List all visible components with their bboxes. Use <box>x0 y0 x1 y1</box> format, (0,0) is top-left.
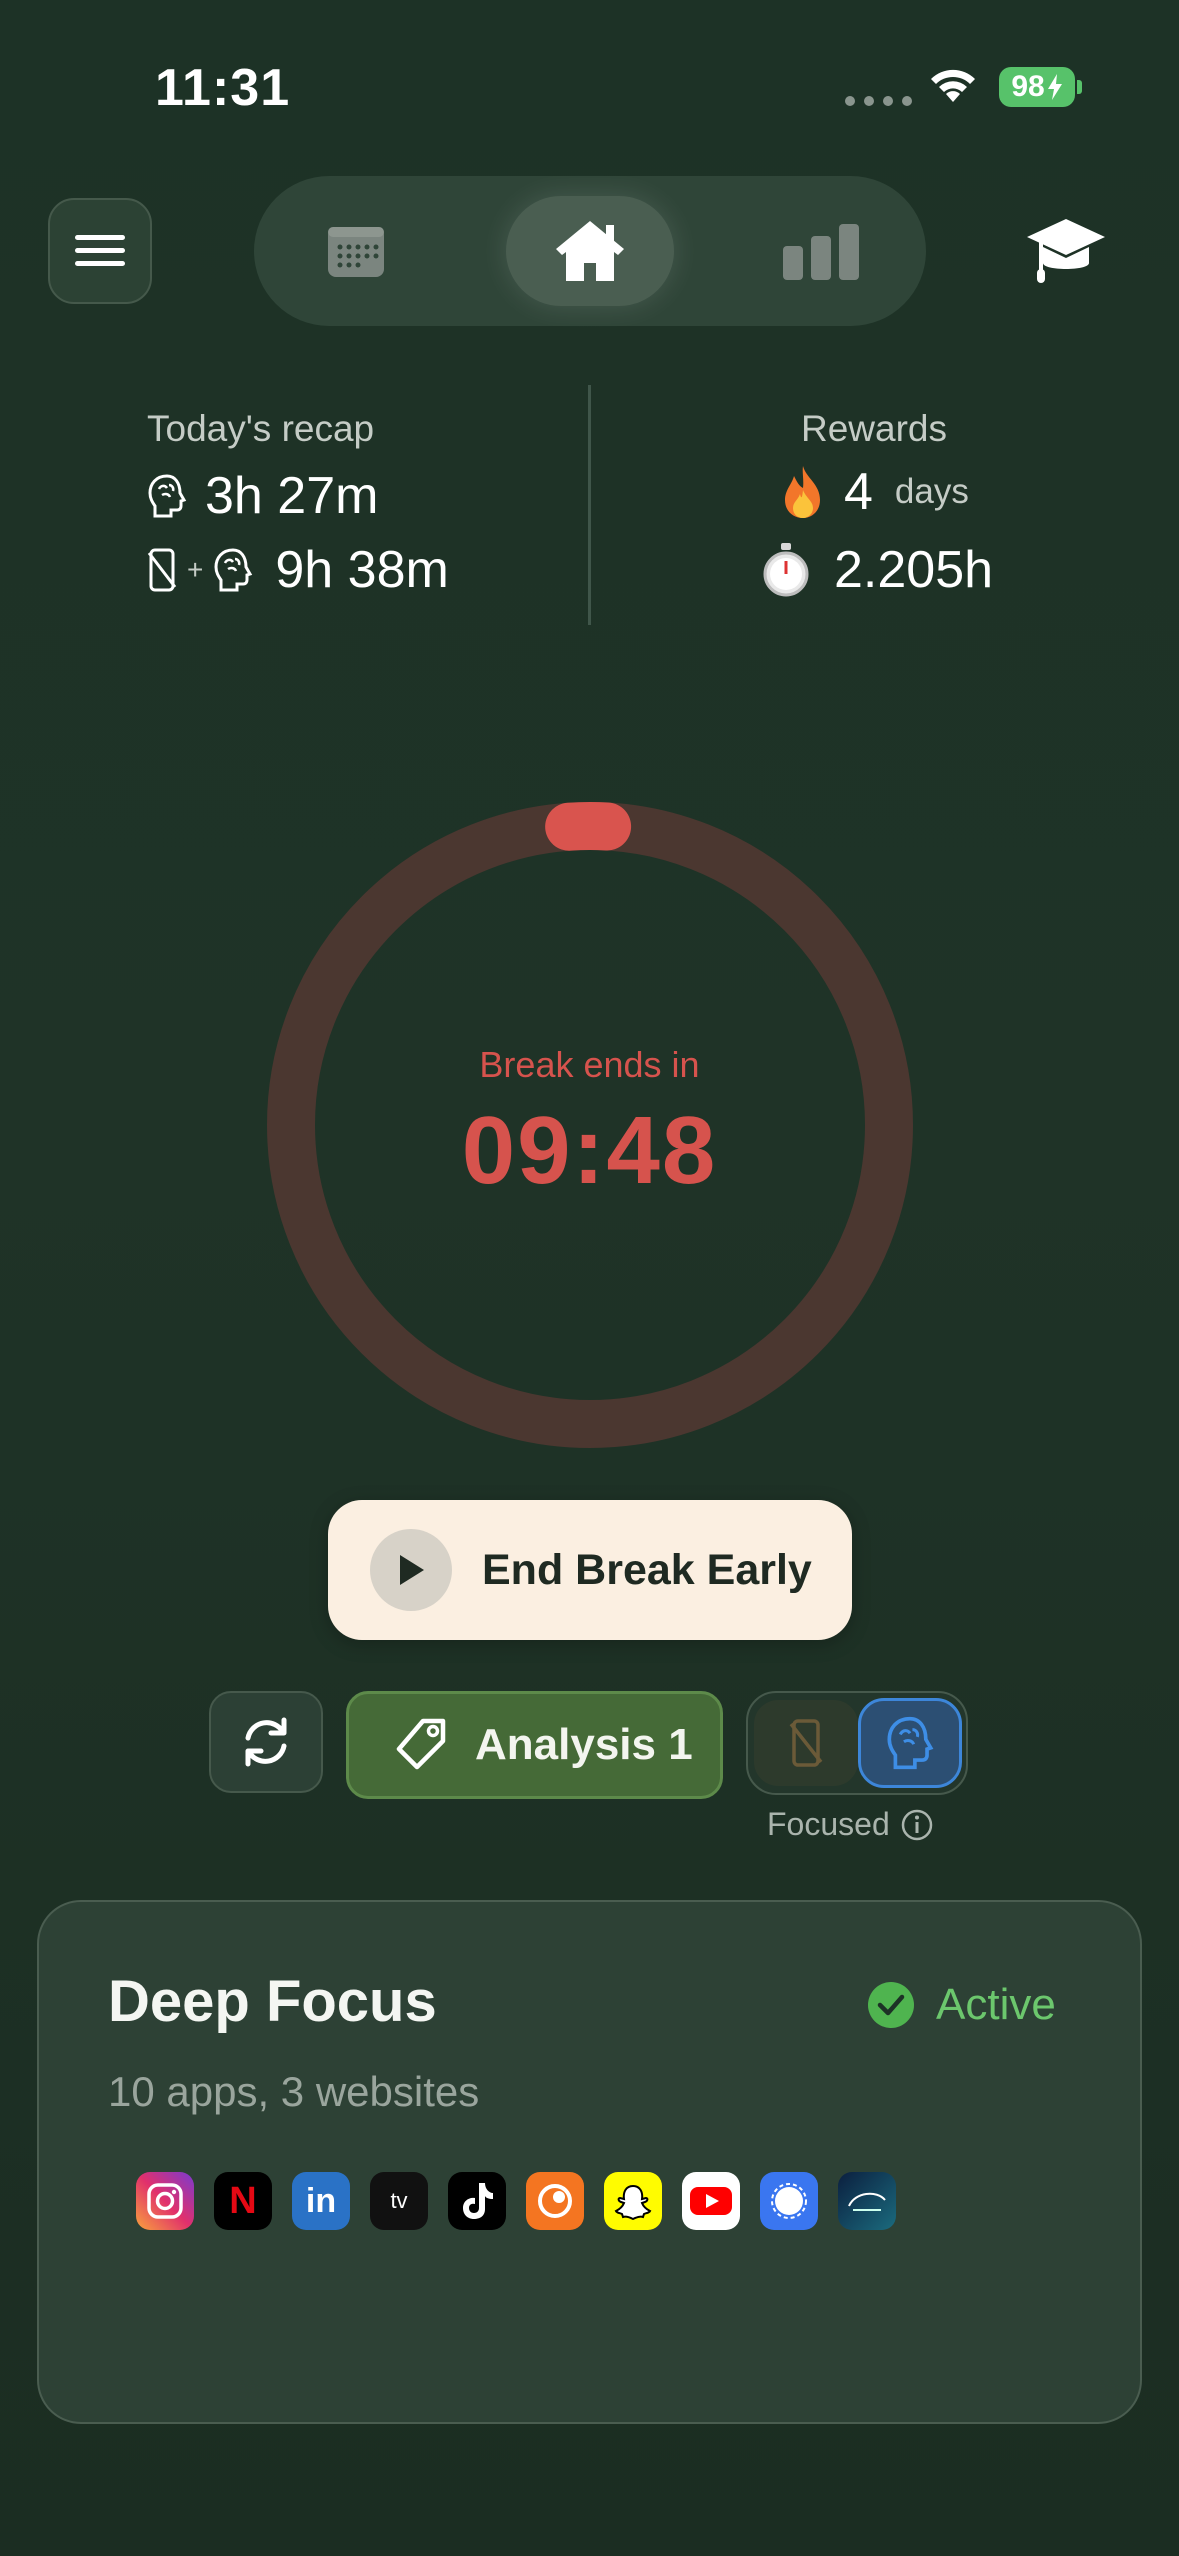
blocked-apps-list: N in tv <box>136 2172 896 2230</box>
profile-subtitle: 10 apps, 3 websites <box>108 2068 480 2115</box>
mode-option-focused[interactable] <box>858 1698 962 1788</box>
break-timer: 09:48 <box>461 1097 718 1204</box>
instagram-icon <box>136 2172 194 2230</box>
tab-calendar[interactable] <box>272 196 440 306</box>
tag-button[interactable]: Analysis 1 <box>346 1691 723 1799</box>
no-phone-icon <box>147 548 177 592</box>
signal-icon <box>760 2172 818 2230</box>
battery-indicator: 98 <box>999 67 1075 107</box>
netflix-icon: N <box>214 2172 272 2230</box>
streak-unit: days <box>894 472 969 511</box>
tag-icon <box>396 1718 446 1770</box>
rewards-title: Rewards <box>801 408 947 449</box>
streak-value: 4 <box>844 463 873 521</box>
linkedin-icon: in <box>292 2172 350 2230</box>
tab-home[interactable] <box>506 196 674 306</box>
refresh-icon <box>245 1717 287 1767</box>
play-button-circle <box>370 1529 452 1611</box>
hours-value: 2.205h <box>834 541 994 599</box>
tag-label: Analysis 1 <box>475 1720 693 1769</box>
profile-title: Deep Focus <box>108 1969 437 2034</box>
menu-button[interactable] <box>48 198 152 304</box>
bar-chart-icon <box>783 224 859 280</box>
battery-tip <box>1077 80 1082 94</box>
play-icon <box>400 1555 424 1585</box>
combined-time-value: 9h 38m <box>275 541 449 599</box>
plus-sign: + <box>187 554 204 585</box>
focus-time-value: 3h 27m <box>205 467 379 525</box>
wifi-icon <box>931 69 975 102</box>
home-icon <box>556 221 624 281</box>
brain-head-icon <box>148 474 187 518</box>
brain-head-icon <box>214 548 253 592</box>
mode-label: Focused <box>767 1806 890 1842</box>
check-circle-icon <box>868 1982 914 2028</box>
recap-combined-row: + 9h 38m <box>147 540 449 600</box>
mode-caption: Focused <box>767 1806 934 1843</box>
hours-row: 2.205h <box>762 540 993 600</box>
mode-option-no-phone[interactable] <box>754 1700 858 1786</box>
crunchyroll-icon <box>526 2172 584 2230</box>
calendar-icon <box>328 227 384 277</box>
disneyplus-icon <box>838 2172 896 2230</box>
recap-focus-row: 3h 27m <box>147 466 378 526</box>
snapchat-icon <box>604 2172 662 2230</box>
battery-level: 98 <box>1011 70 1045 103</box>
status-label: Active <box>936 1980 1056 2029</box>
appletv-icon: tv <box>370 2172 428 2230</box>
status-time: 11:31 <box>155 59 291 117</box>
recap-title: Today's recap <box>147 408 375 449</box>
end-break-button[interactable]: End Break Early <box>328 1500 852 1640</box>
graduation-cap-icon <box>1027 219 1105 283</box>
end-break-label: End Break Early <box>482 1545 812 1594</box>
fire-icon <box>785 466 820 518</box>
break-label: Break ends in <box>479 1044 700 1085</box>
signal-dots-icon <box>845 96 912 106</box>
stopwatch-icon <box>763 543 809 597</box>
profile-status: Active <box>868 1980 1056 2030</box>
no-phone-icon <box>789 1719 823 1767</box>
learn-button[interactable] <box>1016 206 1116 296</box>
tiktok-icon <box>448 2172 506 2230</box>
charging-bolt-icon <box>1047 74 1062 100</box>
info-icon[interactable] <box>900 1808 934 1842</box>
streak-row: 4 days <box>778 462 969 522</box>
tab-stats[interactable] <box>738 196 906 306</box>
recap-divider <box>588 385 591 625</box>
brain-head-icon <box>887 1716 934 1770</box>
sync-button[interactable] <box>209 1691 323 1793</box>
youtube-icon <box>682 2172 740 2230</box>
hamburger-icon <box>75 235 125 266</box>
